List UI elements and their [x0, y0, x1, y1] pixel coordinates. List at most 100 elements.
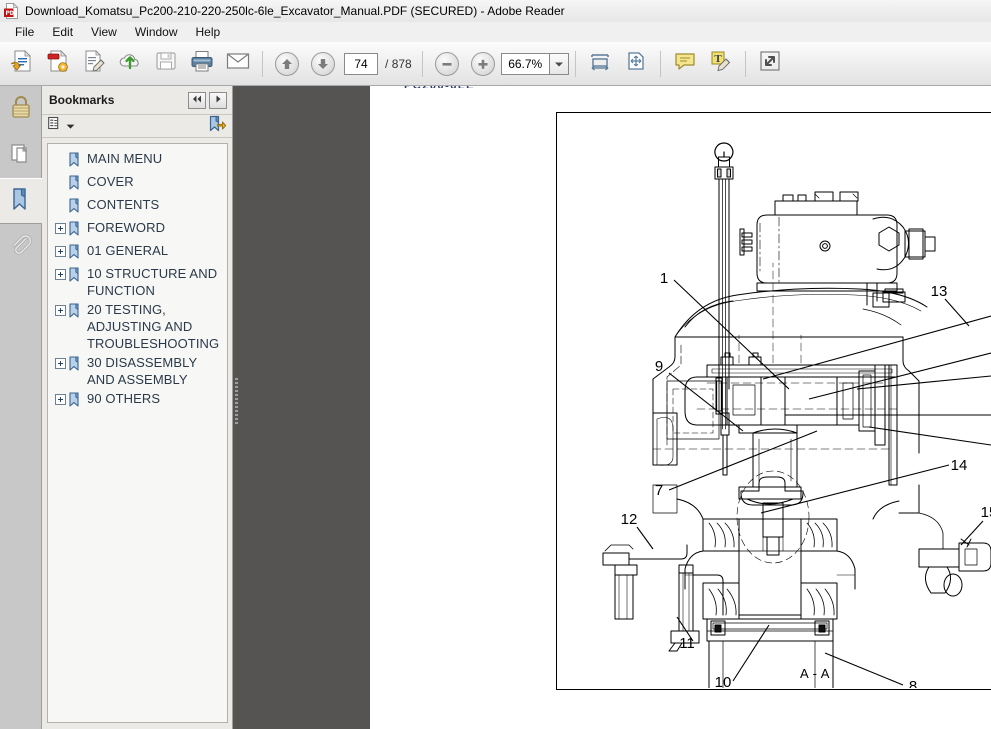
bookmark-icon: [69, 175, 82, 190]
envelope-icon: [225, 48, 251, 79]
sidebar-item-thumbnails[interactable]: [0, 132, 42, 178]
edit-pdf-icon: [81, 48, 107, 79]
menu-view[interactable]: View: [82, 23, 126, 41]
splitter-grip[interactable]: [235, 378, 238, 424]
callout-1: 1: [660, 270, 668, 287]
title-bar: Download_Komatsu_Pc200-210-220-250lc-6le…: [0, 0, 991, 23]
page-count-label: / 878: [385, 57, 412, 71]
zoom-out-button[interactable]: [429, 46, 465, 82]
right-arrow-icon: [213, 91, 223, 109]
collapse-panel-button[interactable]: [188, 91, 206, 109]
expand-toggle-icon[interactable]: [55, 269, 66, 280]
fit-page-button[interactable]: [618, 46, 654, 82]
figure-caption: A - A: [800, 666, 830, 681]
save-file-button[interactable]: [148, 46, 184, 82]
read-mode-button[interactable]: [752, 46, 788, 82]
sticky-note-button[interactable]: [667, 46, 703, 82]
bookmarks-tree[interactable]: MAIN MENU COVER CONTENTS FOREWORD 01 GEN…: [47, 143, 228, 723]
bookmark-icon: [69, 303, 82, 318]
page-separator: /: [385, 56, 389, 71]
bookmark-label: MAIN MENU: [87, 151, 163, 166]
bookmark-item-main-menu[interactable]: MAIN MENU: [48, 149, 227, 172]
menu-help[interactable]: Help: [187, 23, 230, 41]
bookmark-label: 01 GENERAL: [87, 243, 169, 258]
create-pdf-button[interactable]: [40, 46, 76, 82]
bookmarks-panel-header: Bookmarks: [42, 86, 232, 114]
cloud-upload-button[interactable]: [112, 46, 148, 82]
paperclip-icon: [8, 231, 34, 264]
menu-edit[interactable]: Edit: [43, 23, 82, 41]
bookmark-icon: [69, 356, 82, 371]
fit-page-icon: [624, 49, 648, 78]
bookmark-label: 90 OTHERS: [87, 391, 161, 406]
highlight-text-icon: T: [708, 48, 734, 79]
bookmark-item-10-structure-and-function[interactable]: 10 STRUCTURE AND FUNCTION: [48, 264, 227, 300]
toolbar-separator: [659, 50, 661, 77]
zoom-level-input[interactable]: 66.7%: [500, 52, 549, 75]
bookmark-item-foreword[interactable]: FOREWORD: [48, 218, 227, 241]
new-bookmark-button[interactable]: [208, 115, 227, 138]
bookmark-label: CONTENTS: [87, 197, 160, 212]
fit-width-icon: [588, 49, 612, 78]
new-bookmark-icon: [208, 115, 227, 137]
options-list-icon: [48, 116, 65, 136]
open-document-button[interactable]: [4, 46, 40, 82]
chevron-down-icon: [66, 117, 75, 135]
up-arrow-icon: [275, 51, 299, 76]
bookmark-item-90-others[interactable]: 90 OTHERS: [48, 389, 227, 412]
sidebar-item-security[interactable]: [0, 86, 42, 132]
panel-splitter[interactable]: [233, 86, 240, 729]
toolbar-separator: [744, 50, 746, 77]
bookmarks-panel-toolbar: [42, 114, 232, 138]
current-page-input[interactable]: 74: [344, 52, 378, 75]
document-viewport[interactable]: PC200-6LE: [240, 86, 991, 729]
expand-toggle-icon[interactable]: [55, 305, 66, 316]
bookmark-item-cover[interactable]: COVER: [48, 172, 227, 195]
bookmark-icon: [69, 392, 82, 407]
expand-spacer: [55, 154, 66, 165]
bookmarks-panel: Bookmarks MAIN MENU COVER CONTENTS FOREW…: [42, 86, 233, 729]
callout-14: 14: [951, 457, 968, 474]
pdf-page: PC200-6LE: [370, 86, 991, 729]
bookmark-label: 10 STRUCTURE AND FUNCTION: [87, 266, 218, 298]
expand-toggle-icon[interactable]: [55, 358, 66, 369]
next-page-button[interactable]: [305, 46, 341, 82]
double-left-arrow-icon: [191, 91, 203, 109]
zoom-in-button[interactable]: [465, 46, 501, 82]
expand-toggle-icon[interactable]: [55, 223, 66, 234]
pages-icon: [8, 139, 34, 172]
bookmark-item-01-general[interactable]: 01 GENERAL: [48, 241, 227, 264]
bookmark-label: 20 TESTING, ADJUSTING AND TROUBLESHOOTIN…: [87, 302, 220, 351]
email-button[interactable]: [220, 46, 256, 82]
highlight-text-button[interactable]: T: [703, 46, 739, 82]
bookmark-item-30-disassembly-and-assembly[interactable]: 30 DISASSEMBLY AND ASSEMBLY: [48, 353, 227, 389]
fit-width-button[interactable]: [582, 46, 618, 82]
toolbar-separator: [421, 50, 423, 77]
zoom-dropdown-button[interactable]: [548, 52, 569, 75]
sidebar-item-attachments[interactable]: [0, 224, 42, 270]
edit-pdf-button[interactable]: [76, 46, 112, 82]
expand-toggle-icon[interactable]: [55, 394, 66, 405]
bookmark-options-button[interactable]: [48, 116, 208, 136]
svg-text:T: T: [714, 53, 722, 65]
navigation-rail: [0, 86, 42, 729]
callout-7: 7: [655, 482, 663, 499]
window-title: Download_Komatsu_Pc200-210-220-250lc-6le…: [25, 4, 565, 18]
bookmark-item-20-testing-adjusting-and-troubleshooting[interactable]: 20 TESTING, ADJUSTING AND TROUBLESHOOTIN…: [48, 300, 227, 353]
callout-11: 11: [679, 635, 695, 652]
menu-file[interactable]: File: [6, 23, 43, 41]
bookmark-label: FOREWORD: [87, 220, 166, 235]
cloud-upload-icon: [117, 48, 143, 79]
previous-page-button[interactable]: [269, 46, 305, 82]
print-button[interactable]: [184, 46, 220, 82]
bookmark-icon: [69, 152, 82, 167]
open-document-icon: [9, 48, 35, 79]
menu-window[interactable]: Window: [126, 23, 187, 41]
down-arrow-icon: [311, 51, 335, 76]
expand-panel-button[interactable]: [209, 91, 227, 109]
expand-toggle-icon[interactable]: [55, 246, 66, 257]
sidebar-item-bookmarks[interactable]: [0, 178, 42, 224]
menu-bar: File Edit View Window Help: [0, 22, 991, 42]
plus-icon: [470, 51, 495, 76]
bookmark-item-contents[interactable]: CONTENTS: [48, 195, 227, 218]
